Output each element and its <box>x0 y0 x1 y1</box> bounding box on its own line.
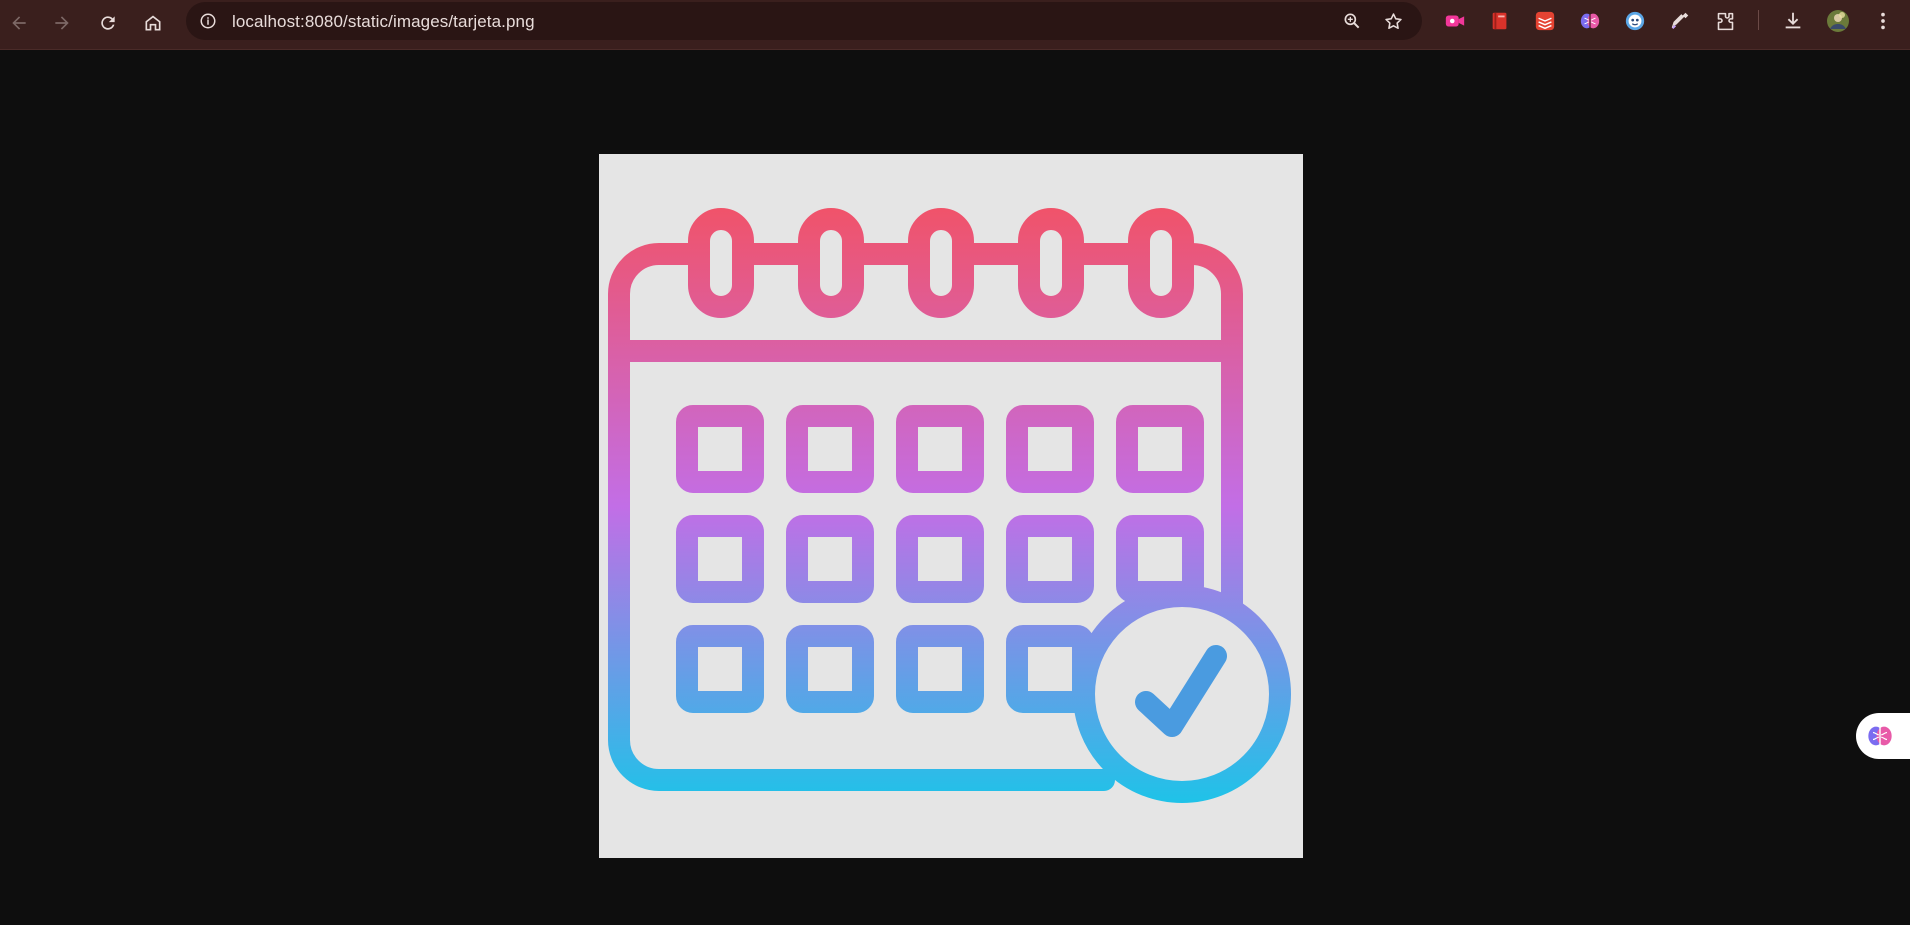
reload-icon <box>101 16 115 30</box>
eyedropper-extension-icon[interactable] <box>1668 9 1692 33</box>
zoom-icon[interactable] <box>1341 10 1363 32</box>
site-info-icon[interactable] <box>198 11 218 31</box>
side-floating-widget[interactable] <box>1856 713 1910 759</box>
profile-avatar[interactable] <box>1826 9 1850 33</box>
puzzle-extensions-icon[interactable] <box>1713 9 1737 33</box>
url-text[interactable]: localhost:8080/static/images/tarjeta.png <box>232 12 535 32</box>
kebab-menu-icon[interactable] <box>1871 9 1895 33</box>
address-bar[interactable]: localhost:8080/static/images/tarjeta.png <box>186 2 1422 40</box>
back-button[interactable] <box>0 4 38 42</box>
home-button[interactable] <box>134 4 172 42</box>
bot-extension-icon[interactable] <box>1623 9 1647 33</box>
forward-button[interactable] <box>43 4 81 42</box>
displayed-image <box>599 154 1303 858</box>
brain-extension-icon[interactable] <box>1578 9 1602 33</box>
bookmark-star-icon[interactable] <box>1382 10 1404 32</box>
home-icon <box>145 15 161 31</box>
video-record-extension-icon[interactable] <box>1443 9 1467 33</box>
brain-icon <box>1868 726 1892 746</box>
browser-toolbar: localhost:8080/static/images/tarjeta.png <box>0 0 1910 50</box>
calendar-check-icon <box>608 208 1291 803</box>
arrow-left-icon <box>12 16 26 30</box>
reload-button[interactable] <box>89 4 127 42</box>
book-extension-icon[interactable] <box>1488 9 1512 33</box>
toolbar-divider <box>1758 10 1759 30</box>
arrow-right-icon <box>55 16 69 30</box>
todoist-extension-icon[interactable] <box>1533 9 1557 33</box>
download-icon[interactable] <box>1781 9 1805 33</box>
